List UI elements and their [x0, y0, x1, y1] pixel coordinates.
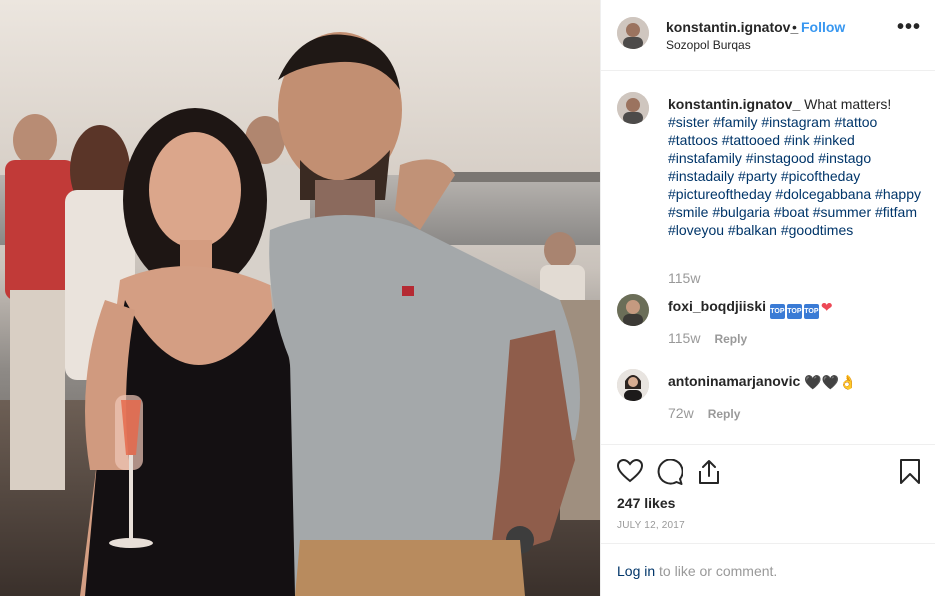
post-actions: 247 likes JULY 12, 2017 Log in to like o… — [601, 444, 935, 596]
post-side-panel: konstantin.ignatov_ • Follow Sozopol Bur… — [600, 0, 935, 596]
reply-button[interactable]: Reply — [708, 407, 741, 421]
comment-username[interactable]: foxi_boqdjiiski — [668, 298, 766, 314]
post-header: konstantin.ignatov_ • Follow Sozopol Bur… — [601, 0, 935, 71]
comment-icon[interactable] — [657, 458, 684, 490]
bookmark-icon[interactable] — [899, 459, 921, 490]
login-text: Log in to like or comment. — [617, 563, 777, 579]
heart-emoji: ❤ — [820, 299, 833, 315]
login-link[interactable]: Log in — [617, 563, 655, 579]
login-prompt: Log in to like or comment. — [601, 543, 935, 596]
post-date[interactable]: JULY 12, 2017 — [617, 520, 685, 531]
more-options-icon[interactable]: ••• — [897, 17, 921, 37]
caption-body: What matters! — [804, 96, 892, 112]
login-rest: to like or comment. — [655, 563, 778, 579]
comment-meta: 115w Reply — [668, 330, 747, 346]
comment-username[interactable]: antoninamarjanovic — [668, 373, 800, 389]
top-badge-icon: TOP — [786, 304, 802, 319]
caption-hashtags[interactable]: #sister #family #instagram #tattoo #tatt… — [668, 114, 921, 238]
likes-count[interactable]: 247 likes — [617, 495, 675, 511]
comment-age: 72w — [668, 405, 694, 421]
caption-age-text: 115w — [668, 270, 701, 286]
author-avatar[interactable] — [617, 17, 649, 49]
top-badge-icon: TOP — [769, 304, 785, 319]
comments-list[interactable]: konstantin.ignatov_ What matters! #siste… — [601, 72, 935, 444]
share-icon[interactable] — [697, 459, 721, 490]
comment-text: antoninamarjanovic 🖤🖤👌 — [668, 372, 924, 391]
comment-avatar[interactable] — [617, 369, 649, 401]
author-username[interactable]: konstantin.ignatov_ — [666, 19, 798, 35]
caption-text: konstantin.ignatov_ What matters! #siste… — [668, 95, 924, 239]
header-separator: • — [792, 19, 797, 35]
caption-avatar[interactable] — [617, 92, 649, 124]
photo-illustration — [0, 0, 600, 596]
heart-icon[interactable] — [616, 458, 644, 488]
emoji-sequence: 🖤🖤👌 — [804, 374, 857, 390]
comment-avatar[interactable] — [617, 294, 649, 326]
comment-age: 115w — [668, 330, 701, 346]
caption-age: 115w — [668, 270, 700, 286]
post-photo[interactable] — [0, 0, 600, 596]
comment-meta: 72w Reply — [668, 405, 740, 421]
top-badge-icon: TOP — [803, 304, 819, 319]
caption-username[interactable]: konstantin.ignatov_ — [668, 96, 800, 112]
follow-button[interactable]: Follow — [801, 19, 845, 35]
reply-button[interactable]: Reply — [714, 332, 747, 346]
comment-text: foxi_boqdjiiski TOP TOP TOP ❤ — [668, 297, 924, 319]
post-location[interactable]: Sozopol Burqas — [666, 38, 751, 52]
